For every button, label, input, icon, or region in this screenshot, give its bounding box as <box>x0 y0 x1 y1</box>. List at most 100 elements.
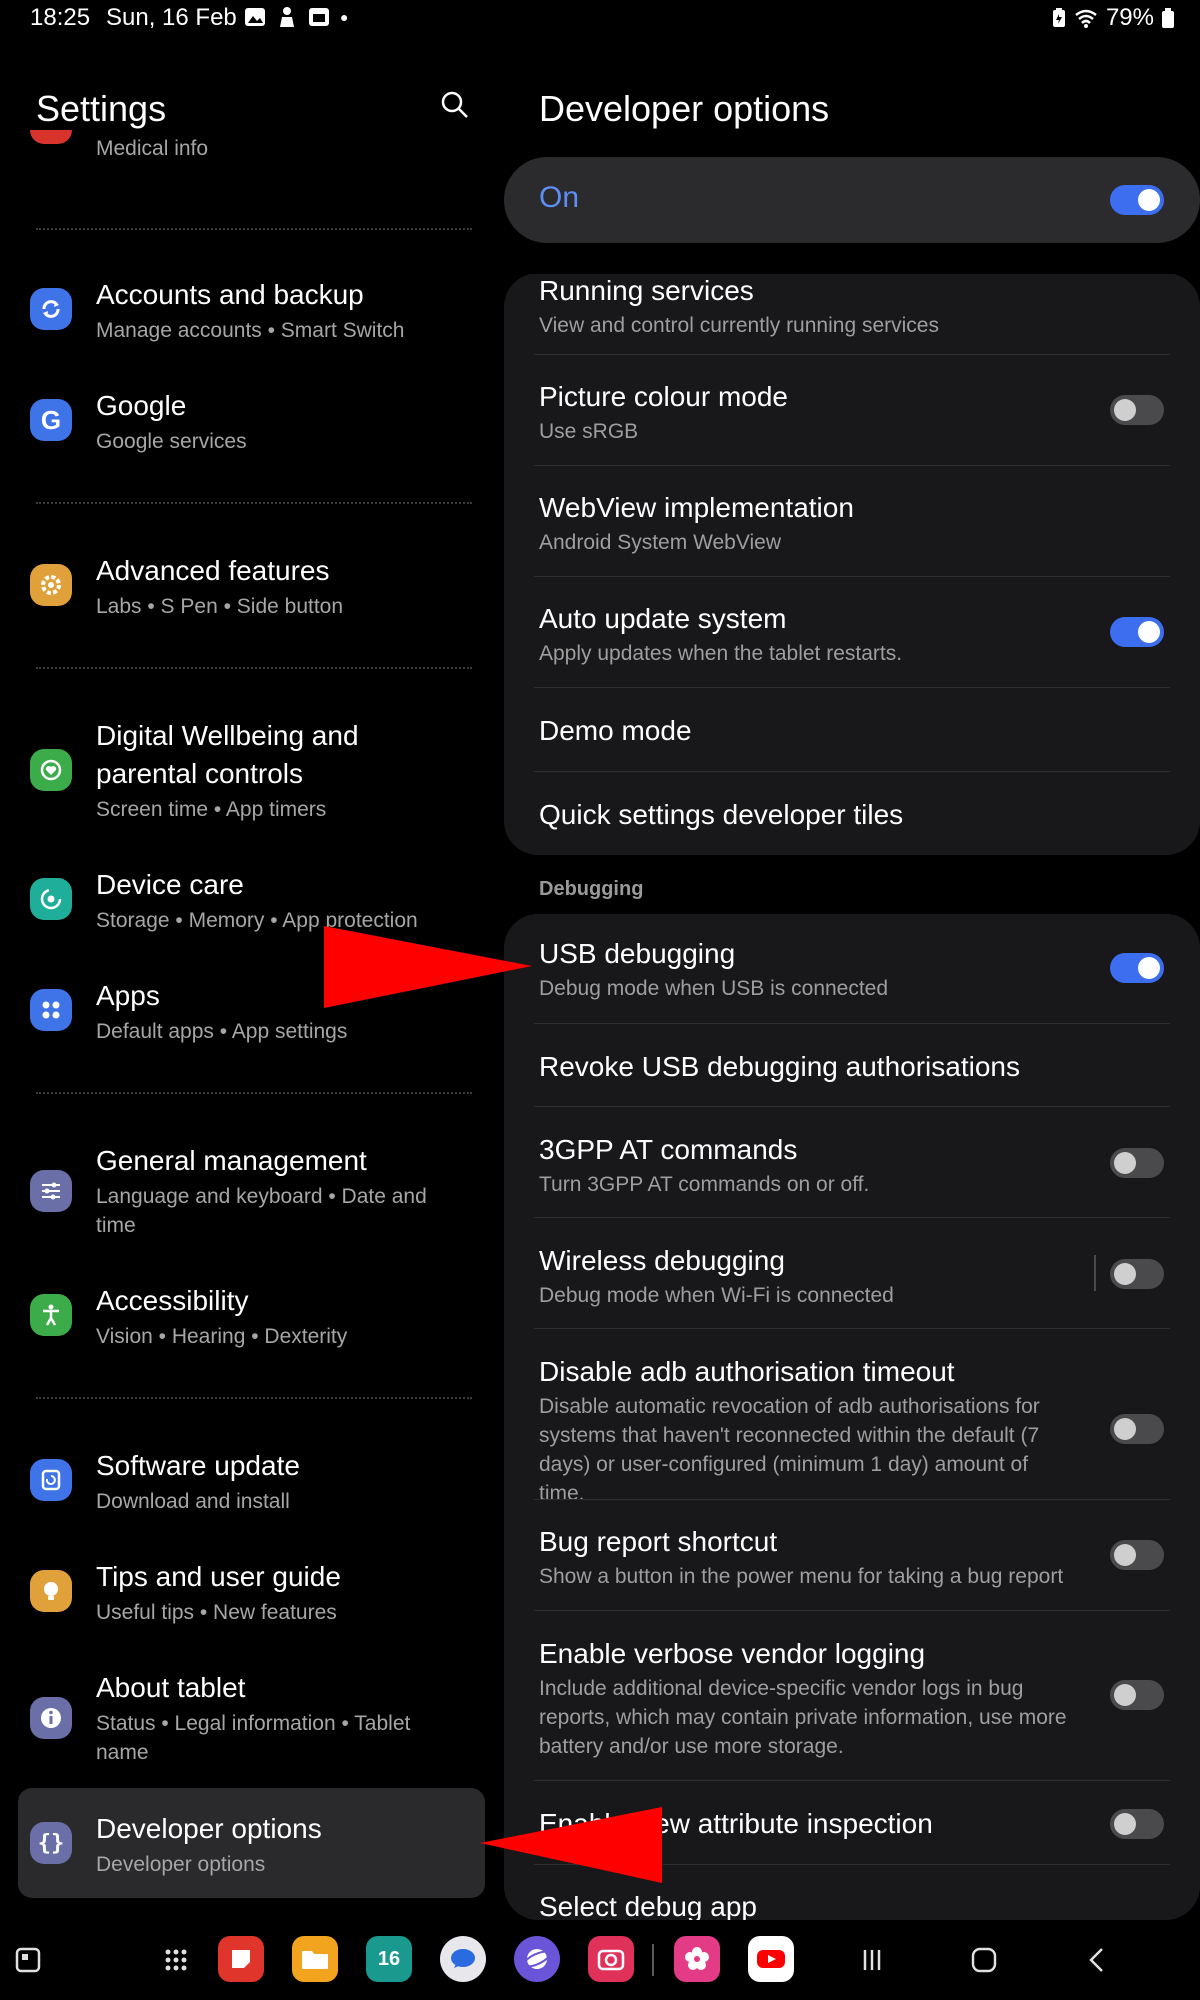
row-title: Demo mode <box>539 715 692 746</box>
developer-options-pane: Developer options On Running services Vi… <box>504 40 1200 1920</box>
my-files-app-icon[interactable] <box>292 1936 338 1982</box>
wifi-icon <box>1075 9 1097 28</box>
row-subtitle: Disable automatic revocation of adb auth… <box>539 1395 1040 1505</box>
menu-item-subtitle: Developer options <box>96 1853 266 1876</box>
menu-item-title: Device care <box>96 869 244 900</box>
home-button-icon[interactable] <box>964 1940 1004 1980</box>
recents-button-icon[interactable] <box>852 1940 892 1980</box>
internet-app-icon[interactable] <box>514 1936 560 1982</box>
menu-item-developer-options[interactable]: {} Developer options Developer options <box>0 1810 490 1910</box>
menu-item-software-update[interactable]: Software update Download and install <box>0 1447 490 1547</box>
search-button-icon[interactable] <box>440 90 470 120</box>
blossom-app-icon[interactable] <box>674 1936 720 1982</box>
menu-item-advanced-features[interactable]: Advanced features Labs • S Pen • Side bu… <box>0 552 490 652</box>
back-button-icon[interactable] <box>1078 1940 1118 1980</box>
select-debug-app-row[interactable]: Select debug app <box>539 1889 1169 1920</box>
annotation-arrow-developer-options <box>480 1807 662 1883</box>
calendar-app-icon[interactable]: 16 <box>366 1936 412 1982</box>
accessibility-icon <box>30 1294 72 1336</box>
menu-item-subtitle: Medical info <box>96 137 209 160</box>
demo-mode-row[interactable]: Demo mode <box>539 713 1169 749</box>
apps-grid-icon <box>30 989 72 1031</box>
debugging-options-card: USB debugging Debug mode when USB is con… <box>504 914 1200 1920</box>
menu-item-title: Accounts and backup <box>96 279 364 310</box>
row-separator <box>534 1499 1170 1500</box>
row-separator <box>534 1023 1170 1024</box>
wellbeing-icon <box>30 749 72 791</box>
divider <box>36 502 472 504</box>
verbose-vendor-logging-row[interactable]: Enable verbose vendor logging Include ad… <box>539 1636 1169 1761</box>
3gpp-at-commands-row[interactable]: 3GPP AT commands Turn 3GPP AT commands o… <box>539 1132 1169 1199</box>
battery-icon <box>1162 8 1174 28</box>
menu-item-subtitle: Status • Legal information • Tablet name <box>96 1712 411 1764</box>
messages-app-icon[interactable] <box>440 1936 486 1982</box>
status-date: Sun, 16 Feb <box>106 4 237 31</box>
menu-item-subtitle: Download and install <box>96 1490 290 1513</box>
picture-colour-mode-toggle[interactable] <box>1110 395 1164 425</box>
gear-plus-icon <box>30 564 72 606</box>
usb-debugging-row[interactable]: USB debugging Debug mode when USB is con… <box>539 936 1169 1003</box>
row-title: Wireless debugging <box>539 1245 785 1276</box>
battery-percentage: 79% <box>1105 4 1154 31</box>
row-title: USB debugging <box>539 938 736 969</box>
navigation-bar: 16 <box>0 1920 1200 2000</box>
menu-item-title: Google <box>96 390 187 421</box>
wireless-debugging-toggle[interactable] <box>1110 1259 1164 1289</box>
camera-app-icon[interactable] <box>588 1936 634 1982</box>
row-separator <box>534 1780 1170 1781</box>
menu-item-about-tablet[interactable]: About tablet Status • Legal information … <box>0 1669 490 1799</box>
menu-item-subtitle: Manage accounts • Smart Switch <box>96 319 405 342</box>
menu-item-safety[interactable]: Medical info <box>0 102 490 182</box>
menu-item-title: Advanced features <box>96 555 330 586</box>
menu-item-accounts[interactable]: Accounts and backup Manage accounts • Sm… <box>0 276 490 376</box>
debugging-section-label: Debugging <box>539 878 644 900</box>
wireless-debugging-row[interactable]: Wireless debugging Debug mode when Wi-Fi… <box>539 1243 1169 1310</box>
3gpp-at-commands-toggle[interactable] <box>1110 1148 1164 1178</box>
status-time: 18:25 <box>30 4 91 31</box>
menu-item-subtitle: Screen time • App timers <box>96 798 327 821</box>
auto-update-system-toggle[interactable] <box>1110 617 1164 647</box>
row-subtitle: Use sRGB <box>539 420 639 443</box>
menu-item-google[interactable]: G Google Google services <box>0 387 490 487</box>
picture-colour-mode-row[interactable]: Picture colour mode Use sRGB <box>539 379 1169 446</box>
calendar-day: 16 <box>377 1947 401 1970</box>
menu-item-general-management[interactable]: General management Language and keyboard… <box>0 1142 490 1272</box>
general-options-card: Running services View and control curren… <box>504 273 1200 855</box>
disable-adb-timeout-toggle[interactable] <box>1110 1414 1164 1444</box>
taskbar-toggle-icon[interactable] <box>8 1940 48 1980</box>
revoke-usb-authorisations-row[interactable]: Revoke USB debugging authorisations <box>539 1049 1169 1085</box>
master-switch-label: On <box>539 181 580 214</box>
menu-item-title: General management <box>96 1145 367 1176</box>
battery-saver-icon <box>1052 8 1065 27</box>
divider <box>36 667 472 669</box>
divider <box>36 228 472 230</box>
app-drawer-icon[interactable] <box>156 1940 196 1980</box>
row-separator <box>534 1106 1170 1107</box>
row-separator <box>534 1217 1170 1218</box>
row-separator <box>534 354 1170 355</box>
auto-update-system-row[interactable]: Auto update system Apply updates when th… <box>539 601 1169 668</box>
divider <box>36 1397 472 1399</box>
usb-debugging-toggle[interactable] <box>1110 953 1164 983</box>
master-toggle[interactable] <box>1110 185 1164 215</box>
youtube-app-icon[interactable] <box>748 1936 794 1982</box>
developer-options-master-switch[interactable]: On <box>504 157 1200 243</box>
bug-report-shortcut-row[interactable]: Bug report shortcut Show a button in the… <box>539 1524 1169 1591</box>
menu-item-accessibility[interactable]: Accessibility Vision • Hearing • Dexteri… <box>0 1282 490 1382</box>
taskbar-divider <box>652 1944 654 1976</box>
row-separator <box>534 576 1170 577</box>
row-subtitle: Show a button in the power menu for taki… <box>539 1565 1064 1588</box>
sticky-notes-app-icon[interactable] <box>218 1936 264 1982</box>
bug-report-shortcut-toggle[interactable] <box>1110 1540 1164 1570</box>
menu-item-title: Digital Wellbeing and parental controls <box>96 720 359 789</box>
view-attribute-inspection-toggle[interactable] <box>1110 1809 1164 1839</box>
menu-item-digital-wellbeing[interactable]: Digital Wellbeing and parental controls … <box>0 717 490 857</box>
row-subtitle: Android System WebView <box>539 531 782 554</box>
disable-adb-timeout-row[interactable]: Disable adb authorisation timeout Disabl… <box>539 1354 1169 1508</box>
verbose-vendor-logging-toggle[interactable] <box>1110 1680 1164 1710</box>
quick-settings-tiles-row[interactable]: Quick settings developer tiles <box>539 797 1169 833</box>
menu-item-tips[interactable]: Tips and user guide Useful tips • New fe… <box>0 1558 490 1658</box>
info-icon <box>30 1697 72 1739</box>
webview-implementation-row[interactable]: WebView implementation Android System We… <box>539 490 1169 557</box>
row-title: Quick settings developer tiles <box>539 799 904 830</box>
